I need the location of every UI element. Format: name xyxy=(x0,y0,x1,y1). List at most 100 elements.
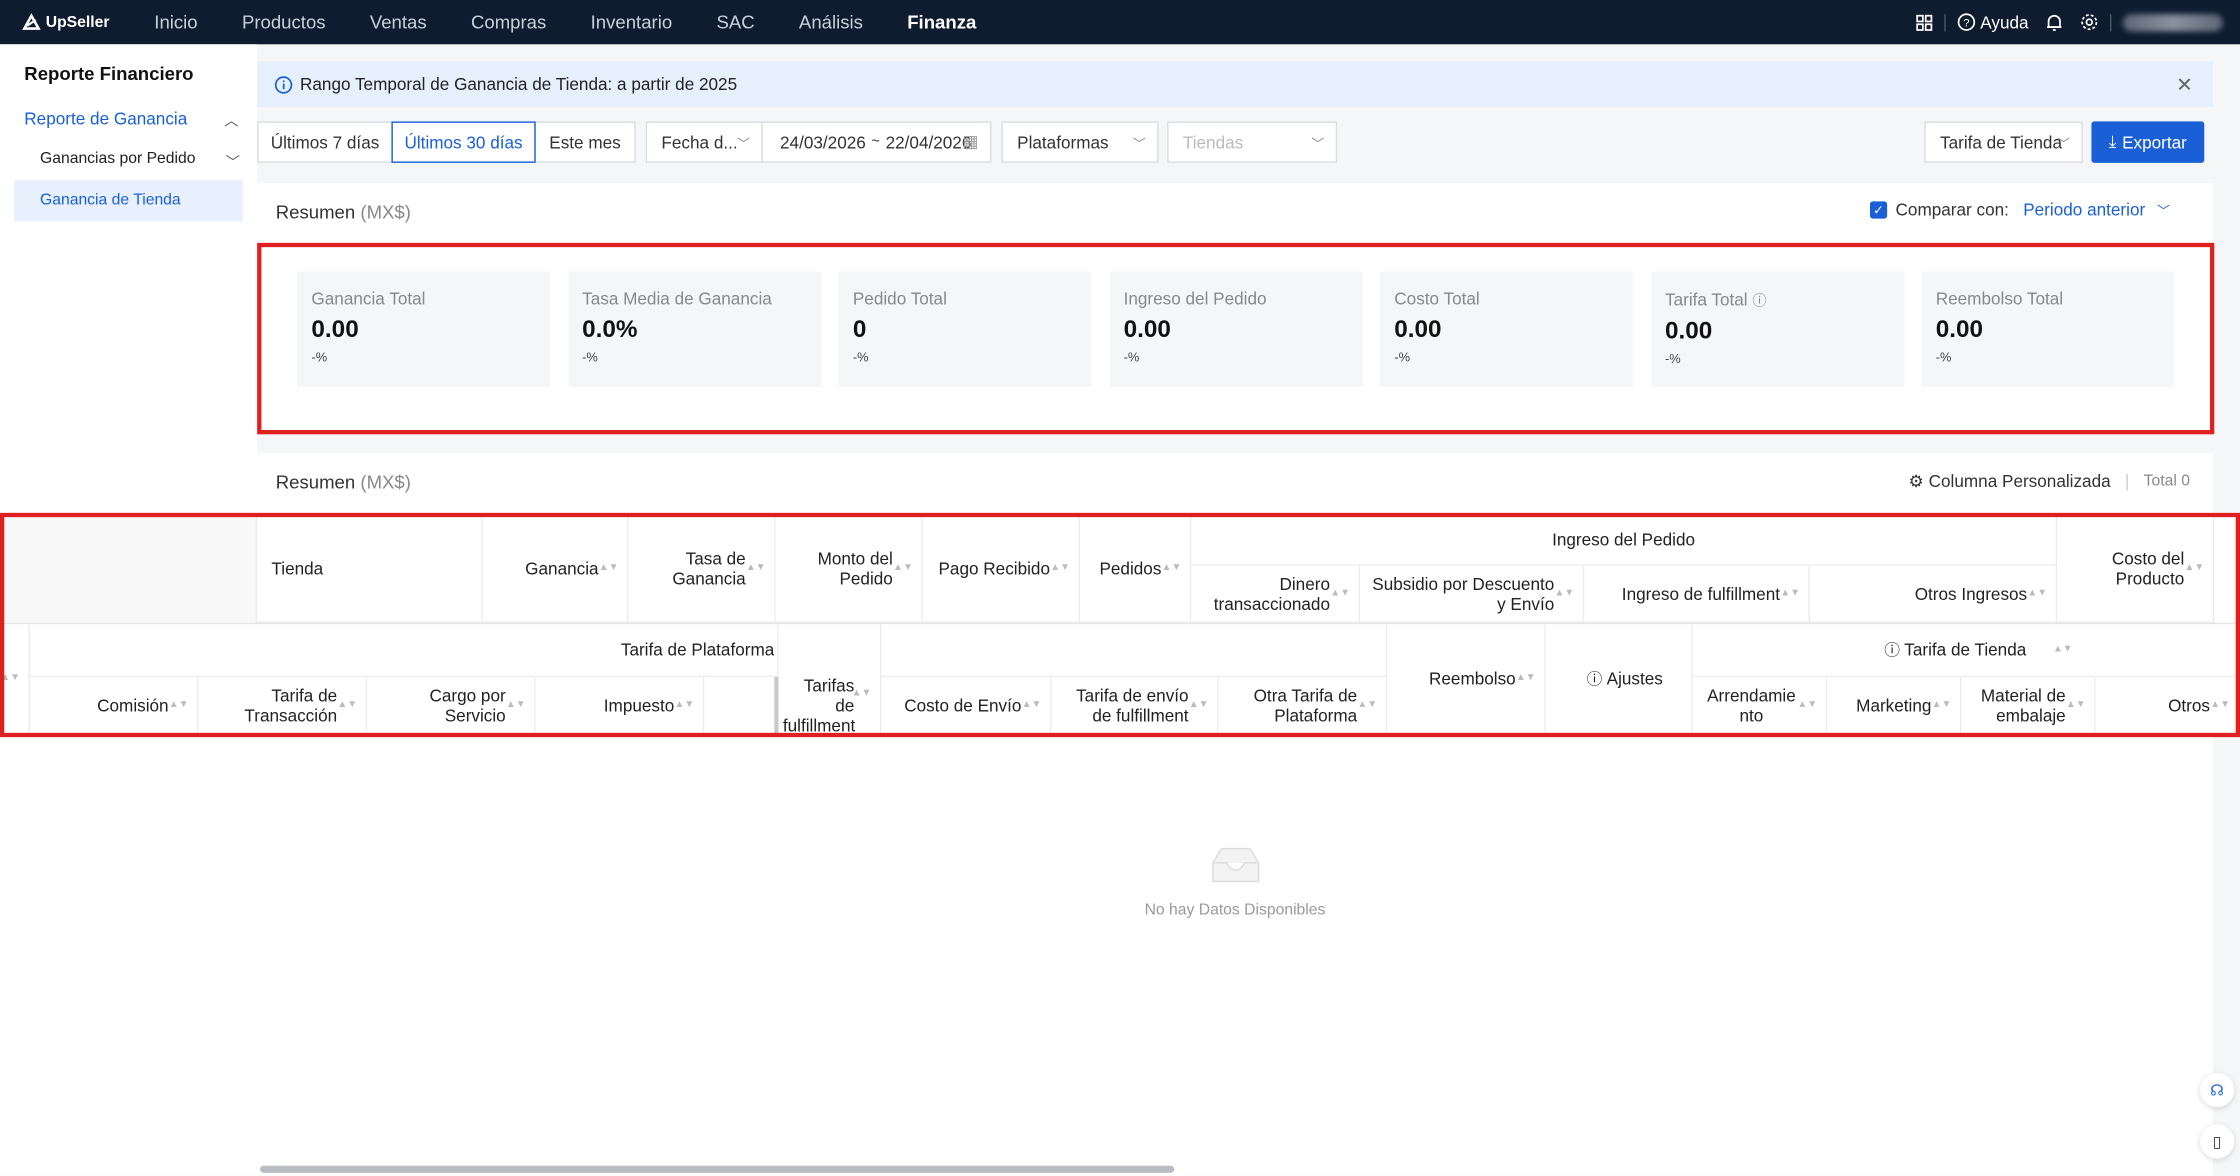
metric-label: Pedido Total xyxy=(852,288,947,309)
col-ganancia[interactable]: Ganancia ▲▼ xyxy=(482,515,629,623)
col-dinero[interactable]: Dinero transaccionado ▲▼ xyxy=(1191,565,1360,623)
sort-icon: ▲▼ xyxy=(1357,699,1378,710)
col-material-embalaje[interactable]: Material de embalaje ▲▼ xyxy=(1961,677,2096,735)
sidebar-item-ganancias-pedido[interactable]: Ganancias por Pedido ﹀ xyxy=(40,150,240,171)
upseller-logo[interactable]: UpSeller xyxy=(21,12,154,32)
col-tarifa-transaccion[interactable]: Tarifa de Transacción ▲▼ xyxy=(198,677,368,735)
col-label: Costo del Producto xyxy=(2111,548,2185,589)
chevron-down-icon: ﹀ xyxy=(1311,137,1325,152)
col-comision[interactable]: Comisión ▲▼ xyxy=(29,677,199,735)
calendar-icon: ▦ xyxy=(962,131,979,152)
metric-label: Costo Total xyxy=(1394,288,1480,309)
sort-icon: ▲▼ xyxy=(1188,699,1209,710)
nav-sac[interactable]: SAC xyxy=(716,11,754,32)
sort-icon: ▲▼ xyxy=(337,699,358,710)
fee-type-select[interactable]: Tarifa de Tienda ﹀ xyxy=(1924,121,2083,163)
mobile-app-icon[interactable]: ▯ xyxy=(2199,1124,2235,1159)
col-tarifa-envio-fulfillment[interactable]: Tarifa de envío de fulfillment ▲▼ xyxy=(1051,677,1219,735)
close-icon[interactable]: ✕ xyxy=(2176,73,2193,97)
help-button[interactable]: ? Ayuda xyxy=(1957,12,2029,33)
col-label: Ingreso de fulfillment xyxy=(1621,583,1780,604)
col-tienda: Tienda xyxy=(257,515,483,623)
sort-icon: ▲▼ xyxy=(598,562,619,573)
col-label: Dinero transaccionado xyxy=(1213,573,1330,614)
sidebar-group-reporte-ganancia[interactable]: Reporte de Ganancia ︿ xyxy=(24,109,238,130)
compare-checkbox[interactable]: ✓ xyxy=(1869,201,1887,219)
help-label: Ayuda xyxy=(1980,12,2029,33)
col-arrendamiento[interactable]: Arrendamiento ▲▼ xyxy=(1692,677,1828,735)
col-label: Reembolso xyxy=(1428,668,1516,689)
col-reembolso[interactable]: Reembolso ▲▼ xyxy=(1387,624,1546,735)
help-circle-icon[interactable]: ⓘ xyxy=(1752,294,1766,310)
metric-change: -% xyxy=(1123,349,1140,365)
platforms-select[interactable]: Plataformas ﹀ xyxy=(1001,121,1159,163)
col-tarifas-fulfillment[interactable]: Tarifas de fulfillment ▲▼ xyxy=(778,624,882,735)
export-button[interactable]: ⤓ Exportar xyxy=(2091,121,2205,163)
gear-icon[interactable] xyxy=(2080,13,2099,32)
col-label: Ajustes xyxy=(1606,668,1663,689)
col-cargo-servicio[interactable]: Cargo por Servicio ▲▼ xyxy=(367,677,536,735)
sidebar-item-ganancia-tienda[interactable]: Ganancia de Tienda xyxy=(14,179,243,222)
fee-type-value: Tarifa de Tienda xyxy=(1939,132,2062,153)
metric-value: 0.0% xyxy=(582,315,638,343)
total-count: Total 0 xyxy=(2143,472,2190,490)
table-title: Resumen (MX$) xyxy=(276,471,411,492)
col-tasa-ganancia[interactable]: Tasa de Ganancia ▲▼ xyxy=(628,515,776,623)
apps-grid-icon[interactable] xyxy=(1916,14,1933,31)
help-circle-icon[interactable]: ⓘ xyxy=(1884,639,1900,662)
col-marketing[interactable]: Marketing ▲▼ xyxy=(1827,677,1962,735)
col-subsidio[interactable]: Subsidio por Descuento y Envío ▲▼ xyxy=(1359,565,1585,623)
sort-icon: ▲▼ xyxy=(0,672,20,683)
nav-finanza[interactable]: Finanza xyxy=(907,11,976,32)
col-otros-ingresos[interactable]: Otros Ingresos ▲▼ xyxy=(1809,565,2058,623)
summary-card: Resumen (MX$) ✓ Comparar con: Periodo an… xyxy=(257,182,2213,435)
nav-inventario[interactable]: Inventario xyxy=(591,11,673,32)
range-last30-button[interactable]: Últimos 30 días xyxy=(391,121,536,163)
custom-columns-button[interactable]: ⚙ Columna Personalizada xyxy=(1908,471,2110,491)
date-range-picker[interactable]: 24/03/2026 ~ 22/04/2026 ▦ xyxy=(761,121,992,163)
col-otra-tarifa[interactable]: Otra Tarifa de Plataforma ▲▼ xyxy=(1218,677,1388,735)
nav-compras[interactable]: Compras xyxy=(471,11,546,32)
col-label: Comisión xyxy=(97,694,169,715)
col-label: Material de embalaje xyxy=(1980,684,2066,725)
range-month-button[interactable]: Este mes xyxy=(534,121,636,163)
nav-productos[interactable]: Productos xyxy=(242,11,326,32)
empty-text: No hay Datos Disponibles xyxy=(1144,901,1326,919)
user-account-menu[interactable] xyxy=(2122,13,2223,31)
help-circle-icon[interactable]: ⓘ xyxy=(1587,667,1603,690)
nav-inicio[interactable]: Inicio xyxy=(154,11,197,32)
col-costo-envio[interactable]: Costo de Envío ▲▼ xyxy=(881,677,1052,735)
col-label: Arrendamiento xyxy=(1707,684,1796,725)
metric-value: 0 xyxy=(852,315,867,343)
date-type-select[interactable]: Fecha d... ﹀ xyxy=(645,121,763,163)
col-ingreso-fulfillment[interactable]: Ingreso de fulfillment ▲▼ xyxy=(1584,565,1810,623)
nav-ventas[interactable]: Ventas xyxy=(370,11,427,32)
col-pago-recibido[interactable]: Pago Recibido ▲▼ xyxy=(922,515,1080,623)
col-costo-producto[interactable]: Costo del Producto ▲▼ xyxy=(2057,515,2215,623)
top-right-tools: ? Ayuda xyxy=(1916,0,2240,44)
col-ajustes[interactable]: ⓘ Ajustes xyxy=(1545,624,1693,735)
inbox-icon xyxy=(1211,847,1259,883)
chevron-up-icon: ︿ xyxy=(224,114,239,130)
col-group-plataforma: Tarifa de Plataforma xyxy=(29,624,779,678)
sort-icon: ▲▼ xyxy=(1050,562,1070,573)
col-pedidos[interactable]: Pedidos ▲▼ xyxy=(1079,515,1192,623)
col-otros[interactable]: Otros ▲▼ xyxy=(2095,677,2240,735)
col-monto-pedido[interactable]: Monto del Pedido ▲▼ xyxy=(775,515,923,623)
col-impuesto[interactable]: Impuesto ▲▼ xyxy=(535,677,705,735)
download-icon: ⤓ xyxy=(2108,131,2117,152)
horizontal-scrollbar[interactable] xyxy=(259,1165,1175,1173)
support-headset-icon[interactable]: ☊ xyxy=(2199,1072,2235,1108)
compare-period-select[interactable]: Periodo anterior ﹀ xyxy=(2023,200,2170,220)
info-icon xyxy=(274,75,293,93)
svg-text:?: ? xyxy=(1964,17,1970,29)
col-label: Tarifa de envío de fulfillment xyxy=(1076,684,1189,725)
sort-icon: ▲▼ xyxy=(1797,699,1818,710)
metric-ganancia-total: Ganancia Total 0.00 -% xyxy=(297,271,550,388)
col-label: Tarifas de fulfillment xyxy=(782,674,856,735)
range-last7-button[interactable]: Últimos 7 días xyxy=(257,121,393,163)
bell-icon[interactable] xyxy=(2046,13,2063,32)
nav-analisis[interactable]: Análisis xyxy=(799,11,863,32)
main-nav: Inicio Productos Ventas Compras Inventar… xyxy=(154,0,1020,44)
stores-select[interactable]: Tiendas ﹀ xyxy=(1167,121,1338,163)
